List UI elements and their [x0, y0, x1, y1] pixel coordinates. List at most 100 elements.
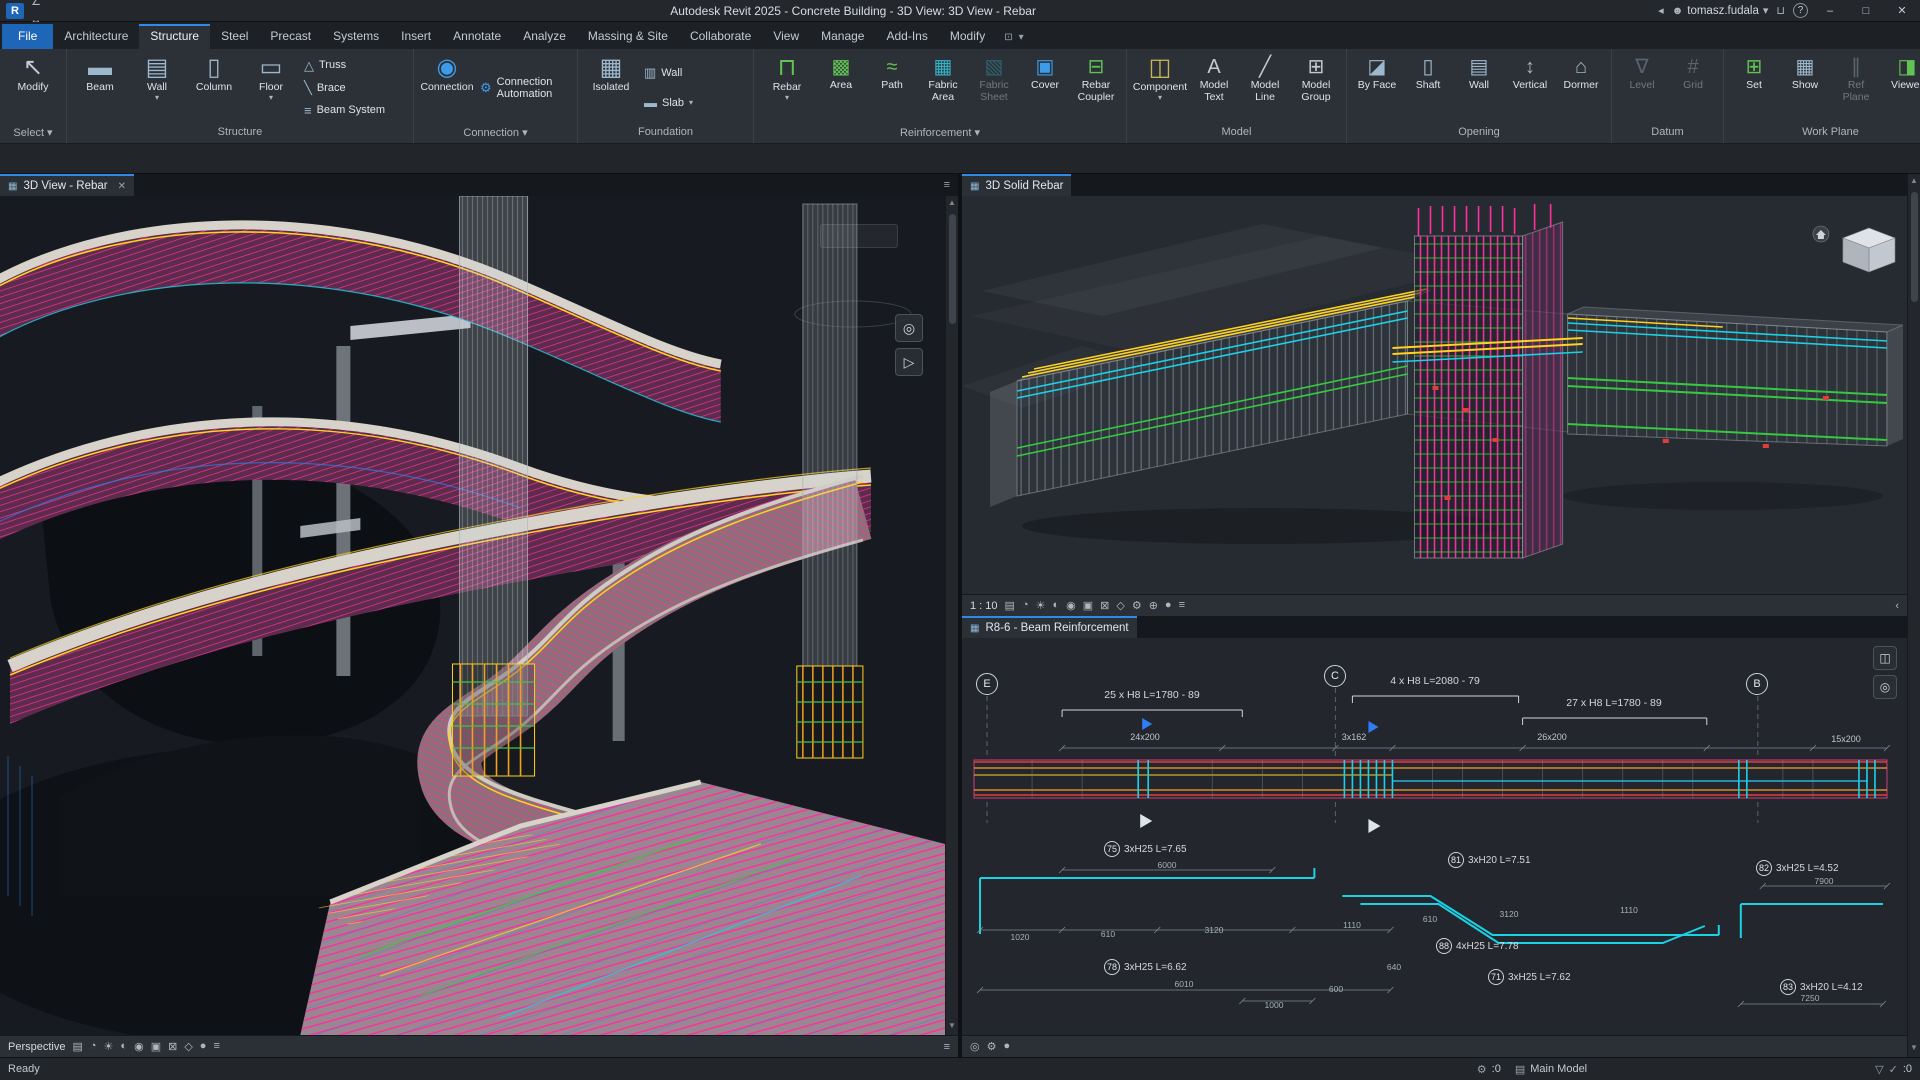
grid-bubble[interactable]: C: [1324, 665, 1346, 687]
tab-annotate[interactable]: Annotate: [442, 24, 512, 49]
ribbon-state-caret-icon[interactable]: ▾: [1019, 32, 1024, 43]
shadows-icon[interactable]: ◐: [120, 1040, 127, 1053]
ribbon-button-by-face[interactable]: ◪By Face: [1352, 52, 1402, 124]
view-mode-label[interactable]: Perspective: [8, 1041, 65, 1053]
dimension-text[interactable]: 6010: [1175, 979, 1194, 989]
cart-icon[interactable]: ⊔: [1776, 4, 1785, 17]
maximize-button[interactable]: □: [1852, 1, 1880, 21]
tab-view[interactable]: View: [762, 24, 810, 49]
crop-view-icon[interactable]: ▣: [151, 1040, 161, 1053]
ribbon-button-brace[interactable]: ╲Brace: [300, 79, 408, 97]
tab-collaborate[interactable]: Collaborate: [679, 24, 762, 49]
close-button[interactable]: ✕: [1888, 1, 1916, 21]
panel-label-select[interactable]: Select ▾: [0, 124, 66, 143]
view-menu-icon[interactable]: ≡: [936, 179, 958, 191]
scrollbar-thumb[interactable]: [1911, 192, 1918, 302]
dimension-text[interactable]: 610: [1423, 914, 1437, 924]
render-icon[interactable]: ◉: [134, 1040, 144, 1053]
scroll-up-icon[interactable]: ▲: [948, 198, 956, 210]
dimension-text[interactable]: 7250: [1801, 993, 1820, 1003]
detail-level-icon[interactable]: ▤: [1005, 599, 1015, 612]
measure-icon[interactable]: ∠: [26, 0, 46, 11]
tab-structure[interactable]: Structure: [139, 24, 210, 49]
rebar-set-annotation[interactable]: 27 x H8 L=1780 - 89: [1566, 697, 1661, 709]
ribbon-button-area[interactable]: ▩Area: [816, 52, 866, 124]
dimension-text[interactable]: 1110: [1620, 905, 1638, 915]
bar-mark-annotation[interactable]: 884xH25 L=7.78: [1436, 938, 1519, 954]
panel-label-reinforcement[interactable]: Reinforcement ▾: [754, 124, 1126, 143]
tab-steel[interactable]: Steel: [210, 24, 259, 49]
reveal-hidden-icon[interactable]: ●: [1165, 599, 1172, 612]
spacing-annotation[interactable]: 24x200: [1130, 732, 1160, 742]
scroll-down-icon[interactable]: ▼: [1910, 1043, 1918, 1055]
view-properties-icon[interactable]: ≡: [1179, 599, 1185, 612]
dimension-text[interactable]: 640: [1387, 962, 1401, 972]
ribbon-button-modify[interactable]: ↖Modify: [5, 52, 61, 124]
ribbon-button-beam[interactable]: ▬Beam: [72, 52, 128, 124]
ribbon-button-slab[interactable]: ▬Slab▾: [640, 94, 748, 112]
rb-drawing-scene[interactable]: ECB 25 x H8 L=1780 - 894 x H8 L=2080 - 7…: [962, 638, 1907, 1035]
minimize-button[interactable]: –: [1816, 1, 1844, 21]
right-pane-scrollbar[interactable]: ▲ ▼: [1907, 174, 1920, 1057]
ribbon-button-fabric-sheet[interactable]: ▧Fabric Sheet: [969, 52, 1019, 124]
reveal-constraints-icon[interactable]: ●: [1003, 1040, 1010, 1053]
render-icon[interactable]: ◉: [1066, 599, 1076, 612]
left-viewport-scrollbar[interactable]: ▲ ▼: [945, 196, 958, 1035]
ribbon-button-floor[interactable]: ▭Floor▾: [243, 52, 299, 124]
revit-app-icon[interactable]: R: [6, 3, 24, 19]
steering-wheel-icon[interactable]: ◎: [1873, 675, 1897, 699]
ribbon-button-show[interactable]: ▦Show: [1780, 52, 1830, 124]
ribbon-button-level[interactable]: ∇Level: [1617, 52, 1667, 124]
visual-style-icon[interactable]: ◔: [90, 1040, 97, 1053]
ribbon-button-model-text[interactable]: AModel Text: [1189, 52, 1239, 124]
view-tab-3d-solid-rebar[interactable]: ▦ 3D Solid Rebar: [962, 174, 1071, 196]
sun-path-icon[interactable]: ☀: [1036, 599, 1046, 612]
ribbon-button-path[interactable]: ≈Path: [867, 52, 917, 124]
ribbon-button-connection-automation[interactable]: ⚙Connection Automation: [476, 75, 572, 101]
dimension-text[interactable]: 1020: [1011, 932, 1030, 942]
view-tab-3d-rebar[interactable]: ▦ 3D View - Rebar ✕: [0, 174, 134, 196]
spacing-annotation[interactable]: 15x200: [1831, 734, 1861, 744]
ribbon-button-wall[interactable]: ▤Wall▾: [129, 52, 185, 124]
ribbon-button-set[interactable]: ⊞Set: [1729, 52, 1779, 124]
reveal-hidden-icon[interactable]: ●: [200, 1040, 207, 1053]
rt-3d-scene[interactable]: [962, 196, 1907, 594]
dimension-text[interactable]: 600: [1329, 984, 1343, 994]
shadows-icon[interactable]: ◐: [1052, 599, 1059, 612]
constraints-icon[interactable]: ⊕: [1149, 599, 1158, 612]
ribbon-button-isolated[interactable]: ▦Isolated: [583, 52, 639, 124]
sun-path-icon[interactable]: ☀: [104, 1040, 114, 1053]
rebar-set-annotation[interactable]: 25 x H8 L=1780 - 89: [1104, 689, 1199, 701]
ribbon-button-beam-system[interactable]: ≡Beam System: [300, 102, 408, 120]
ribbon-button-vertical[interactable]: ↕Vertical: [1505, 52, 1555, 124]
ribbon-button-opening-wall[interactable]: ▤Wall: [1454, 52, 1504, 124]
crop-visibility-icon[interactable]: ⊠: [1100, 599, 1109, 612]
worksharing-icon[interactable]: ⚙: [987, 1040, 997, 1053]
modify-box-icon[interactable]: ⊡: [1004, 32, 1012, 43]
ribbon-button-rebar[interactable]: ⊓Rebar▾: [759, 52, 815, 124]
bar-mark-annotation[interactable]: 783xH25 L=6.62: [1104, 959, 1187, 975]
view-properties-icon[interactable]: ≡: [213, 1040, 219, 1053]
ribbon-button-foundation-wall[interactable]: ▥Wall: [640, 64, 748, 82]
ribbon-button-ref-plane[interactable]: ∥Ref Plane: [1831, 52, 1881, 124]
tab-precast[interactable]: Precast: [259, 24, 322, 49]
bar-mark-annotation[interactable]: 753xH25 L=7.65: [1104, 841, 1187, 857]
tab-analyze[interactable]: Analyze: [512, 24, 577, 49]
spacing-annotation[interactable]: 26x200: [1537, 732, 1567, 742]
tab-add-ins[interactable]: Add-Ins: [875, 24, 938, 49]
ribbon-button-model-line[interactable]: ╱Model Line: [1240, 52, 1290, 124]
scroll-left-icon[interactable]: ‹: [1895, 600, 1899, 612]
bar-mark-annotation[interactable]: 713xH25 L=7.62: [1488, 969, 1571, 985]
ribbon-button-fabric-area[interactable]: ▦Fabric Area: [918, 52, 968, 124]
dimension-text[interactable]: 7900: [1815, 876, 1834, 886]
tab-file[interactable]: File: [2, 24, 53, 49]
ribbon-button-connection[interactable]: ◉Connection: [419, 52, 475, 124]
spacing-annotation[interactable]: 3x162: [1342, 732, 1367, 742]
bar-mark-annotation[interactable]: 823xH25 L=4.52: [1756, 860, 1839, 876]
selection-tools[interactable]: ▽ ✓ :0: [1875, 1063, 1912, 1076]
scrollbar-thumb[interactable]: [949, 214, 956, 324]
close-view-icon[interactable]: ✕: [118, 181, 126, 192]
detail-level-icon[interactable]: ▤: [72, 1040, 82, 1053]
dimension-text[interactable]: 6000: [1158, 860, 1177, 870]
view-tab-beam-reinforcement[interactable]: ▦ R8-6 - Beam Reinforcement: [962, 616, 1137, 638]
